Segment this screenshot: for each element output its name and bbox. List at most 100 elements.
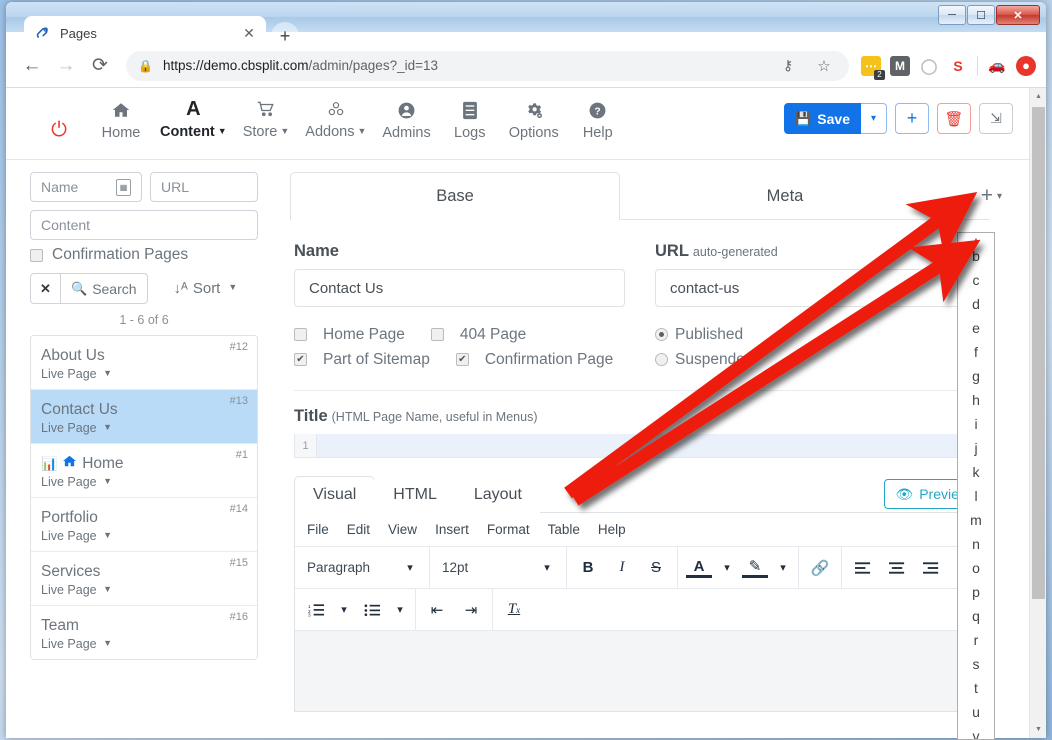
- unordered-list-button[interactable]: [359, 597, 385, 623]
- page-status[interactable]: Live Page ▼: [41, 367, 247, 381]
- nav-item-addons[interactable]: Addons▼: [297, 96, 374, 143]
- dropdown-option[interactable]: o: [958, 556, 994, 580]
- chevron-down-icon[interactable]: ▾: [776, 555, 790, 581]
- dropdown-option[interactable]: q: [958, 604, 994, 628]
- indent-button[interactable]: ⇥: [458, 597, 484, 623]
- link-button[interactable]: 🔗: [807, 555, 833, 581]
- published-row[interactable]: Published: [655, 322, 986, 347]
- list-item[interactable]: #15 Services Live Page ▼: [31, 552, 257, 606]
- url-input[interactable]: contact-us: [655, 269, 986, 307]
- opera-extension-icon[interactable]: ●: [1016, 56, 1036, 76]
- menu-edit[interactable]: Edit: [347, 522, 370, 537]
- chevron-down-icon[interactable]: ▾: [997, 191, 1002, 202]
- nav-item-power[interactable]: ⏻: [28, 117, 90, 143]
- add-page-button[interactable]: +: [895, 103, 929, 134]
- part-of-sitemap-checkbox[interactable]: ✔: [294, 353, 307, 366]
- editor-content-area[interactable]: [295, 631, 985, 711]
- confirmation-page-checkbox[interactable]: ✔: [456, 353, 469, 366]
- forward-button[interactable]: →: [50, 50, 82, 82]
- suspended-row[interactable]: Suspended: [655, 347, 986, 372]
- tab-base[interactable]: Base: [290, 172, 620, 220]
- list-item[interactable]: #13 Contact Us Live Page ▼: [31, 390, 257, 444]
- home-page-checkbox[interactable]: [294, 328, 307, 341]
- filter-name-input[interactable]: Name ▦: [30, 172, 142, 202]
- nav-item-help[interactable]: ? Help: [567, 97, 629, 143]
- sort-dropdown[interactable]: ↓​ᴬ Sort ▼: [174, 280, 238, 297]
- dropdown-option[interactable]: u: [958, 700, 994, 724]
- confirmation-pages-checkbox[interactable]: [30, 249, 43, 262]
- nav-item-home[interactable]: Home: [90, 97, 152, 143]
- highlight-color-button[interactable]: ✎: [742, 558, 768, 578]
- menu-file[interactable]: File: [307, 522, 329, 537]
- tab-layout[interactable]: Layout: [455, 476, 541, 513]
- filter-confirmation-pages-row[interactable]: Confirmation Pages: [30, 246, 276, 264]
- dropdown-option[interactable]: t: [958, 676, 994, 700]
- mailtrack-extension-icon[interactable]: M: [890, 56, 910, 76]
- tab-close-icon[interactable]: ✕: [240, 24, 258, 42]
- dropdown-option[interactable]: s: [958, 652, 994, 676]
- collapse-button[interactable]: ⇲: [979, 103, 1013, 134]
- nav-item-options[interactable]: Options: [501, 97, 567, 143]
- plus-icon[interactable]: +: [981, 184, 993, 208]
- font-size-select[interactable]: 12pt ▾: [438, 554, 558, 582]
- save-button[interactable]: 💾 Save: [784, 103, 861, 134]
- profile-avatar-icon[interactable]: 🚗: [987, 56, 1007, 76]
- ordered-list-button[interactable]: 123: [303, 597, 329, 623]
- reload-button[interactable]: ⟳: [84, 50, 116, 82]
- 404-page-checkbox[interactable]: [431, 328, 444, 341]
- menu-table[interactable]: Table: [548, 522, 580, 537]
- password-key-icon[interactable]: ⚷: [777, 50, 799, 82]
- suspended-radio[interactable]: [655, 353, 668, 366]
- search-button[interactable]: 🔍 Search: [60, 273, 148, 304]
- page-status[interactable]: Live Page ▼: [41, 529, 247, 543]
- chevron-down-icon[interactable]: ▾: [337, 597, 351, 623]
- dropdown-option[interactable]: m: [958, 508, 994, 532]
- list-item[interactable]: #12 About Us Live Page ▼: [31, 336, 257, 390]
- delete-page-button[interactable]: 🗑: [937, 103, 971, 134]
- page-status[interactable]: Live Page ▼: [41, 475, 247, 489]
- strikethrough-button[interactable]: S: [643, 555, 669, 581]
- title-code-editor[interactable]: 1: [294, 434, 986, 458]
- align-left-button[interactable]: [850, 555, 876, 581]
- paragraph-style-select[interactable]: Paragraph ▾: [303, 554, 421, 582]
- dropdown-option[interactable]: c: [958, 268, 994, 292]
- circle-extension-icon[interactable]: ◯: [919, 56, 939, 76]
- dropdown-scroll-up-icon[interactable]: ▲: [958, 233, 994, 244]
- back-button[interactable]: ←: [16, 50, 48, 82]
- dropdown-option[interactable]: e: [958, 316, 994, 340]
- clear-search-button[interactable]: ✕: [30, 273, 60, 304]
- dropdown-option[interactable]: g: [958, 364, 994, 388]
- save-options-button[interactable]: ▾: [861, 103, 887, 134]
- chevron-down-icon[interactable]: ▾: [720, 555, 734, 581]
- menu-format[interactable]: Format: [487, 522, 530, 537]
- dropdown-option[interactable]: b: [958, 244, 994, 268]
- clear-format-button[interactable]: Tx: [501, 597, 527, 623]
- letter-dropdown-list[interactable]: ▲ b c d e f g h i j k l m n o p q r s t …: [957, 232, 995, 740]
- dropdown-option[interactable]: i: [958, 412, 994, 436]
- seo-extension-icon[interactable]: S: [948, 56, 968, 76]
- tab-meta[interactable]: Meta: [620, 172, 950, 220]
- page-status[interactable]: Live Page ▼: [41, 421, 247, 435]
- menu-help[interactable]: Help: [598, 522, 626, 537]
- dropdown-option[interactable]: d: [958, 292, 994, 316]
- add-tab-dropdown[interactable]: + ▾: [981, 184, 1002, 208]
- filter-content-input[interactable]: Content: [30, 210, 258, 240]
- tab-html[interactable]: HTML: [374, 476, 456, 513]
- scrollbar-thumb[interactable]: [1032, 107, 1045, 599]
- dropdown-option[interactable]: v: [958, 724, 994, 740]
- list-item[interactable]: #1 📊 Home Live Page ▼: [31, 444, 257, 498]
- nav-item-store[interactable]: Store▼: [235, 96, 298, 143]
- italic-button[interactable]: I: [609, 555, 635, 581]
- page-status[interactable]: Live Page ▼: [41, 583, 247, 597]
- dropdown-option[interactable]: p: [958, 580, 994, 604]
- align-center-button[interactable]: [884, 555, 910, 581]
- dropdown-option[interactable]: h: [958, 388, 994, 412]
- page-status[interactable]: Live Page ▼: [41, 637, 247, 651]
- nav-item-logs[interactable]: Logs: [439, 97, 501, 143]
- id-card-icon[interactable]: ▦: [116, 179, 131, 196]
- page-scrollbar[interactable]: ▲ ▼: [1029, 88, 1046, 738]
- star-icon[interactable]: ☆: [813, 50, 835, 82]
- scroll-down-button[interactable]: ▼: [1030, 721, 1046, 738]
- filter-url-input[interactable]: URL: [150, 172, 258, 202]
- address-bar[interactable]: 🔒 https://demo.cbsplit.com/admin/pages?_…: [126, 51, 849, 81]
